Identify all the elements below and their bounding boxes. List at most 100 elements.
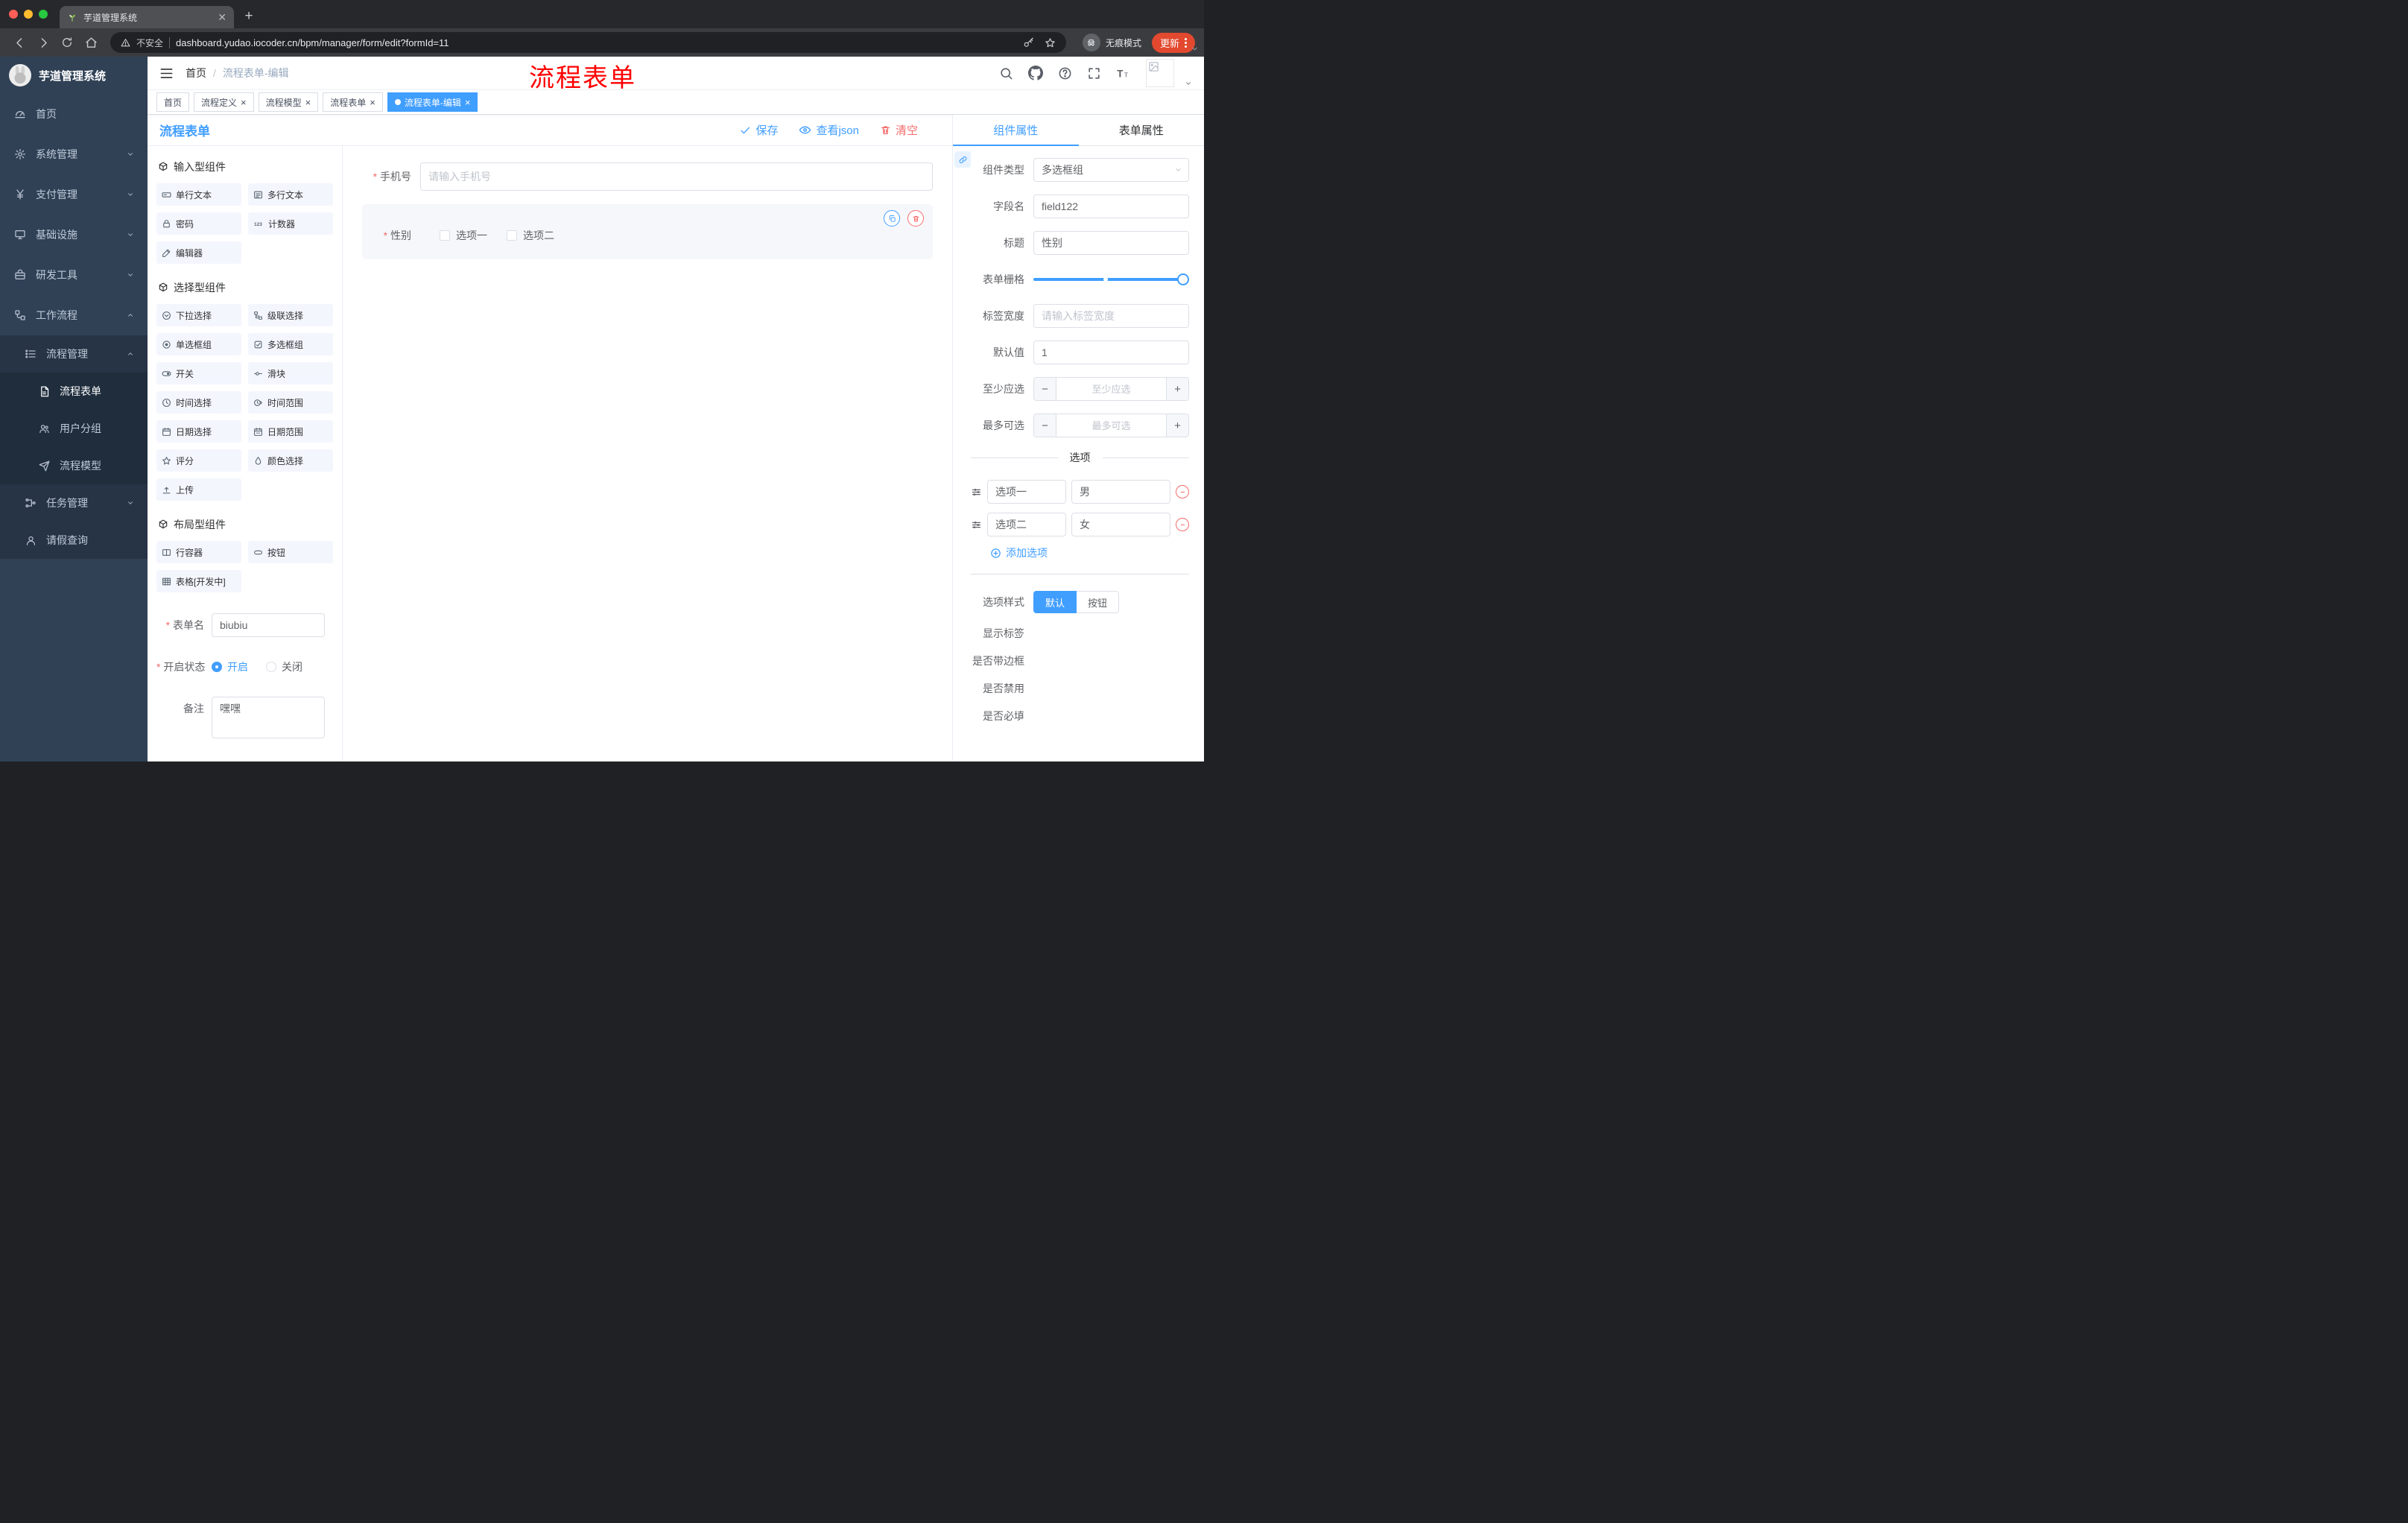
increase-button[interactable]: + — [1166, 414, 1188, 437]
sidebar-item-process-management[interactable]: 流程管理 — [0, 335, 148, 373]
option-2-value-input[interactable] — [1071, 513, 1170, 536]
window-close-button[interactable] — [9, 10, 18, 19]
palette-item-row-container[interactable]: 行容器 — [156, 541, 241, 563]
palette-item-checkbox-group[interactable]: 多选框组 — [248, 333, 333, 355]
chevron-down-icon[interactable] — [1185, 80, 1192, 87]
search-icon[interactable] — [999, 66, 1013, 80]
min-select-input[interactable] — [1056, 378, 1166, 400]
selected-component-gender[interactable]: 性别 选项一 选项二 — [362, 204, 933, 259]
tag-close-icon[interactable]: × — [305, 98, 311, 107]
sidebar-item-workflow[interactable]: 工作流程 — [0, 295, 148, 335]
title-input[interactable] — [1033, 231, 1189, 255]
breadcrumb-home[interactable]: 首页 — [186, 66, 206, 80]
palette-item-table[interactable]: 表格[开发中] — [156, 570, 241, 592]
window-zoom-button[interactable] — [39, 10, 48, 19]
reload-button[interactable] — [57, 32, 77, 53]
password-key-icon[interactable] — [1023, 37, 1034, 48]
copy-component-button[interactable] — [884, 210, 900, 227]
tag-process-definition[interactable]: 流程定义 × — [194, 92, 254, 112]
slider-handle[interactable] — [1177, 273, 1189, 285]
window-minimize-button[interactable] — [24, 10, 33, 19]
default-value-input[interactable] — [1033, 341, 1189, 364]
sidebar-item-user-group[interactable]: 用户分组 — [0, 410, 148, 447]
option-1-value-input[interactable] — [1071, 480, 1170, 504]
palette-item-rate[interactable]: 评分 — [156, 449, 241, 472]
decrease-button[interactable]: − — [1034, 378, 1056, 400]
increase-button[interactable]: + — [1166, 378, 1188, 400]
add-option-button[interactable]: 添加选项 — [990, 545, 1189, 560]
remove-option-button[interactable] — [1176, 518, 1189, 531]
sidebar-item-process-form[interactable]: 流程表单 — [0, 373, 148, 410]
save-button[interactable]: 保存 — [739, 122, 778, 138]
decrease-button[interactable]: − — [1034, 414, 1056, 437]
phone-field-row[interactable]: 手机号 — [362, 162, 933, 191]
remove-option-button[interactable] — [1176, 485, 1189, 498]
palette-item-upload[interactable]: 上传 — [156, 478, 241, 501]
slider-track[interactable] — [1033, 273, 1189, 285]
link-icon[interactable] — [954, 151, 971, 168]
option-1-label-input[interactable] — [987, 480, 1066, 504]
label-width-input[interactable] — [1033, 304, 1189, 328]
tag-process-form[interactable]: 流程表单 × — [323, 92, 383, 112]
tag-close-icon[interactable]: × — [465, 98, 471, 107]
palette-item-date-range[interactable]: 日期范围 — [248, 420, 333, 443]
palette-item-color-picker[interactable]: 颜色选择 — [248, 449, 333, 472]
component-type-select[interactable]: 多选框组 — [1033, 158, 1189, 182]
sidebar-item-leave-query[interactable]: 请假查询 — [0, 522, 148, 559]
bookmark-star-icon[interactable] — [1045, 37, 1056, 48]
form-grid-slider[interactable] — [1033, 267, 1189, 291]
view-json-button[interactable]: 查看json — [799, 122, 859, 138]
tag-close-icon[interactable]: × — [241, 98, 247, 107]
collapse-sidebar-icon[interactable] — [159, 66, 174, 80]
max-select-input[interactable] — [1056, 414, 1166, 437]
form-canvas[interactable]: 手机号 性别 选项一 — [343, 146, 952, 762]
palette-item-editor[interactable]: 编辑器 — [156, 241, 241, 264]
palette-item-password[interactable]: 密码 — [156, 212, 241, 235]
form-name-input[interactable] — [212, 613, 325, 637]
palette-item-counter[interactable]: 123 计数器 — [248, 212, 333, 235]
palette-item-select[interactable]: 下拉选择 — [156, 304, 241, 326]
browser-tab[interactable]: 芋道管理系统 ✕ — [60, 6, 234, 28]
style-default-button[interactable]: 默认 — [1033, 591, 1077, 613]
sidebar-item-task-management[interactable]: 任务管理 — [0, 484, 148, 522]
palette-item-single-line-text[interactable]: 单行文本 — [156, 183, 241, 206]
drag-handle-icon[interactable] — [971, 519, 982, 531]
help-icon[interactable] — [1058, 66, 1072, 80]
palette-item-button[interactable]: 按钮 — [248, 541, 333, 563]
drag-handle-icon[interactable] — [971, 487, 982, 498]
sidebar-item-infrastructure[interactable]: 基础设施 — [0, 215, 148, 255]
sidebar-item-process-model[interactable]: 流程模型 — [0, 447, 148, 484]
palette-item-time-picker[interactable]: 时间选择 — [156, 391, 241, 414]
sidebar-item-devtools[interactable]: 研发工具 — [0, 255, 148, 295]
url-text[interactable]: dashboard.yudao.iocoder.cn/bpm/manager/f… — [176, 37, 1017, 48]
field-name-input[interactable] — [1033, 194, 1189, 218]
option-2-label-input[interactable] — [987, 513, 1066, 536]
address-bar[interactable]: 不安全 dashboard.yudao.iocoder.cn/bpm/manag… — [110, 32, 1066, 53]
palette-item-radio-group[interactable]: 单选框组 — [156, 333, 241, 355]
tag-close-icon[interactable]: × — [370, 98, 376, 107]
palette-item-cascader[interactable]: 级联选择 — [248, 304, 333, 326]
security-label[interactable]: 不安全 — [136, 37, 163, 49]
github-icon[interactable] — [1028, 66, 1043, 80]
tag-process-model[interactable]: 流程模型 × — [258, 92, 319, 112]
tag-home[interactable]: 首页 — [156, 92, 190, 112]
browser-menu-kebab-icon[interactable] — [1185, 37, 1187, 48]
palette-item-multi-line-text[interactable]: 多行文本 — [248, 183, 333, 206]
palette-item-switch[interactable]: 开关 — [156, 362, 241, 384]
tab-component-props[interactable]: 组件属性 — [953, 115, 1079, 146]
delete-component-button[interactable] — [907, 210, 924, 227]
palette-item-date-picker[interactable]: 日期选择 — [156, 420, 241, 443]
palette-item-time-range[interactable]: 时间范围 — [248, 391, 333, 414]
new-tab-button[interactable]: + — [238, 6, 259, 27]
tab-close-icon[interactable]: ✕ — [218, 11, 226, 24]
sidebar-item-payment[interactable]: 支付管理 — [0, 174, 148, 215]
font-size-icon[interactable]: TT — [1116, 66, 1131, 80]
fullscreen-icon[interactable] — [1087, 66, 1101, 80]
status-off-radio[interactable]: 关闭 — [266, 655, 302, 679]
sidebar-item-system[interactable]: 系统管理 — [0, 134, 148, 174]
home-button[interactable] — [80, 32, 101, 53]
tag-process-form-edit[interactable]: 流程表单-编辑 × — [387, 92, 478, 112]
palette-item-slider[interactable]: 滑块 — [248, 362, 333, 384]
form-remark-textarea[interactable]: 嘿嘿 — [212, 697, 325, 738]
forward-button[interactable] — [33, 32, 54, 53]
